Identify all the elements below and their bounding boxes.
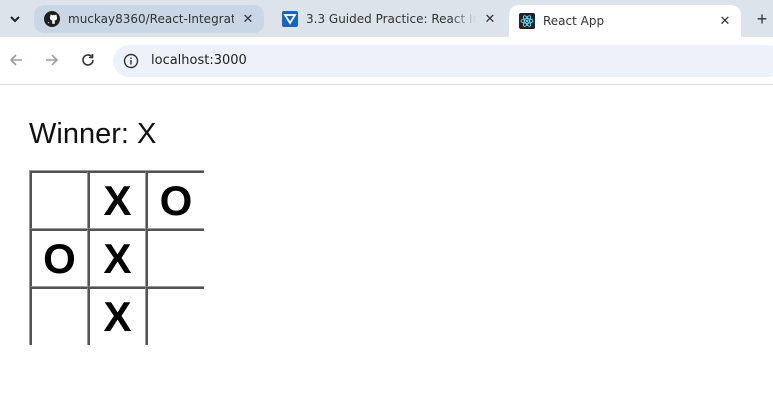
tab-title: React App [543,14,605,28]
github-icon [44,11,60,27]
arrow-left-icon [9,54,22,66]
board-square[interactable]: X [88,229,146,287]
new-tab-button[interactable]: + [752,8,772,30]
tab-strip: muckay8360/React-Integration ✕ 3.3 Guide… [0,0,773,37]
tab-guided-practice[interactable]: 3.3 Guided Practice: React Integration ✕ [272,5,506,33]
react-icon [519,13,535,29]
close-tab-icon[interactable]: ✕ [717,13,733,29]
board-square[interactable]: X [88,171,146,229]
browser-toolbar: localhost:3000 [0,37,773,85]
tab-title: 3.3 Guided Practice: React Integration [306,12,476,26]
tab-title: muckay8360/React-Integration [68,12,234,26]
course-icon [282,11,298,27]
reload-icon [82,54,94,66]
chevron-down-icon [10,15,20,22]
close-tab-icon[interactable]: ✕ [482,11,498,27]
board-square[interactable] [146,229,204,287]
back-button[interactable] [5,49,27,71]
tab-react-app[interactable]: React App ✕ [509,5,741,37]
forward-button[interactable] [41,49,63,71]
info-icon[interactable] [122,52,140,70]
tab-github[interactable]: muckay8360/React-Integration ✕ [34,5,264,33]
board-square[interactable] [30,171,88,229]
board-square[interactable]: X [88,287,146,345]
url-text: localhost:3000 [151,53,247,68]
board-square[interactable] [146,287,204,345]
game-status: Winner: X [29,118,157,150]
tab-search-button[interactable] [4,6,26,32]
board-square[interactable]: O [146,171,204,229]
game-board: X O O X X [29,170,204,345]
board-square[interactable]: O [30,229,88,287]
board-square[interactable] [30,287,88,345]
address-bar[interactable]: localhost:3000 [113,45,773,77]
reload-button[interactable] [77,49,99,71]
close-tab-icon[interactable]: ✕ [240,11,256,27]
arrow-right-icon [46,54,59,66]
